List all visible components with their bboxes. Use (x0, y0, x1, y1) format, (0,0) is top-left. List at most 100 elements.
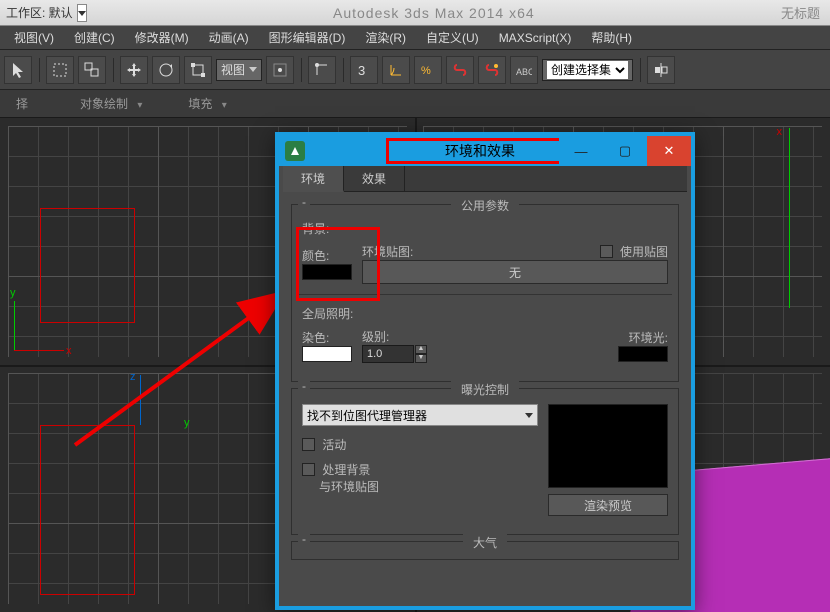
toolbar-separator (298, 56, 304, 84)
group-title-common: 公用参数 (451, 197, 519, 214)
active-label: 活动 (322, 438, 346, 452)
tab-environment[interactable]: 环境 (283, 166, 344, 192)
render-preview-button[interactable]: 渲染预览 (548, 494, 668, 516)
background-label: 背景: (302, 220, 668, 237)
angle-snap-icon[interactable] (382, 56, 410, 84)
mirror-icon[interactable] (647, 56, 675, 84)
axis-x-label: x (777, 126, 783, 138)
edit-named-sel-icon[interactable]: ABC (510, 56, 538, 84)
axis-x (14, 350, 64, 351)
main-toolbar: 视图 3 % ABC 创建选择集 (0, 50, 830, 90)
menu-view[interactable]: 视图(V) (4, 26, 64, 49)
process-bg-label2: 与环境贴图 (319, 480, 379, 494)
rotate-icon[interactable] (152, 56, 180, 84)
dialog-maximize-button[interactable]: ▢ (603, 136, 647, 166)
ribbon-fill[interactable]: 填充 (182, 95, 218, 113)
workspace-label: 工作区: 默认 (6, 4, 73, 21)
process-bg-checkbox[interactable] (302, 463, 315, 476)
use-map-checkbox[interactable] (600, 245, 613, 258)
spinner-down-icon[interactable]: ▼ (415, 354, 427, 363)
object-wireframe[interactable] (40, 425, 135, 595)
snap-toggle-icon[interactable]: 3 (350, 56, 378, 84)
axis-x-label: x (66, 345, 72, 357)
ribbon-bar: 择 对象绘制 ▾ 填充 ▾ (0, 90, 830, 118)
axis-y (14, 301, 15, 351)
group-title-exposure: 曝光控制 (451, 381, 519, 398)
menu-create[interactable]: 创建(C) (64, 26, 125, 49)
active-checkbox[interactable] (302, 438, 315, 451)
level-input[interactable] (362, 345, 414, 363)
dialog-tabs: 环境 效果 (283, 166, 687, 192)
use-pivot-icon[interactable] (266, 56, 294, 84)
toolbar-separator (340, 56, 346, 84)
move-icon[interactable] (120, 56, 148, 84)
menu-maxscript[interactable]: MAXScript(X) (489, 26, 582, 49)
toolbar-separator (637, 56, 643, 84)
ribbon-object-paint[interactable]: 对象绘制 (74, 95, 134, 113)
tab-effects[interactable]: 效果 (344, 166, 405, 191)
app-titlebar: 工作区: 默认 Autodesk 3ds Max 2014 x64 无标题 (0, 0, 830, 26)
environment-dialog: 环境和效果 — ▢ ✕ 环境 效果 - 公用参数 背景: 颜色: (275, 132, 695, 610)
divider (298, 294, 672, 295)
dropdown-arrow-icon (525, 413, 533, 418)
select-object-icon[interactable] (4, 56, 32, 84)
exposure-control-value: 找不到位图代理管理器 (307, 407, 427, 424)
ref-coord-dropdown[interactable]: 视图 (216, 59, 262, 81)
workspace-dropdown-icon[interactable] (77, 4, 87, 22)
ref-coord-label: 视图 (221, 61, 245, 78)
toolbar-separator (110, 56, 116, 84)
svg-text:3: 3 (358, 63, 365, 78)
color-label: 颜色: (302, 247, 352, 264)
tint-color-swatch[interactable] (302, 346, 352, 362)
menu-graph-editors[interactable]: 图形编辑器(D) (259, 26, 356, 49)
ribbon-select[interactable]: 择 (10, 93, 34, 114)
menu-help[interactable]: 帮助(H) (581, 26, 642, 49)
envmap-slot-button[interactable]: 无 (362, 260, 668, 284)
axis-y-label: y (10, 287, 16, 299)
axis-y-label: y (184, 417, 190, 429)
named-sel-select[interactable]: 创建选择集 (547, 61, 628, 79)
level-label: 级别: (362, 328, 427, 345)
axis-line (789, 128, 790, 308)
dialog-minimize-button[interactable]: — (559, 136, 603, 166)
ambient-label: 环境光: (618, 329, 668, 346)
menu-render[interactable]: 渲染(R) (355, 26, 416, 49)
dialog-app-icon (285, 141, 305, 161)
main-menu: 视图(V) 创建(C) 修改器(M) 动画(A) 图形编辑器(D) 渲染(R) … (0, 26, 830, 50)
percent-snap-icon[interactable]: % (414, 56, 442, 84)
global-lighting-label: 全局照明: (302, 305, 668, 322)
background-color-swatch[interactable] (302, 264, 352, 280)
scale-icon[interactable] (184, 56, 212, 84)
envmap-label: 环境贴图: (362, 243, 413, 260)
menu-animation[interactable]: 动画(A) (199, 26, 259, 49)
group-collapse-button[interactable]: - (298, 197, 310, 209)
ambient-color-swatch[interactable] (618, 346, 668, 362)
exposure-control-dropdown[interactable]: 找不到位图代理管理器 (302, 404, 538, 426)
object-wireframe[interactable] (40, 208, 135, 323)
toolbar-separator (36, 56, 42, 84)
window-crossing-icon[interactable] (78, 56, 106, 84)
chevron-down-icon: ▾ (137, 100, 142, 111)
chevron-down-icon: ▾ (222, 100, 227, 111)
axis-z-label: z (130, 371, 136, 383)
axis-z (140, 375, 141, 425)
group-collapse-button[interactable]: - (298, 381, 310, 393)
spinner-up-icon[interactable]: ▲ (415, 345, 427, 354)
select-rect-icon[interactable] (46, 56, 74, 84)
tint-label: 染色: (302, 329, 352, 346)
process-bg-label1: 处理背景 (322, 463, 370, 477)
dialog-titlebar[interactable]: 环境和效果 — ▢ ✕ (279, 136, 691, 166)
level-spinner[interactable]: ▲ ▼ (362, 345, 427, 363)
group-collapse-button[interactable]: - (298, 534, 310, 546)
svg-text:%: % (421, 65, 431, 77)
menu-modifiers[interactable]: 修改器(M) (125, 26, 199, 49)
snap-options-icon[interactable] (478, 56, 506, 84)
spinner-snap-icon[interactable] (446, 56, 474, 84)
menu-customize[interactable]: 自定义(U) (416, 26, 489, 49)
exposure-preview (548, 404, 668, 488)
manipulate-icon[interactable] (308, 56, 336, 84)
named-selection-sets[interactable]: 创建选择集 (542, 59, 633, 81)
group-title-atmos: 大气 (463, 534, 507, 551)
environment-panel: - 公用参数 背景: 颜色: 环境贴图: 使用贴图 (283, 192, 687, 572)
dialog-close-button[interactable]: ✕ (647, 136, 691, 166)
